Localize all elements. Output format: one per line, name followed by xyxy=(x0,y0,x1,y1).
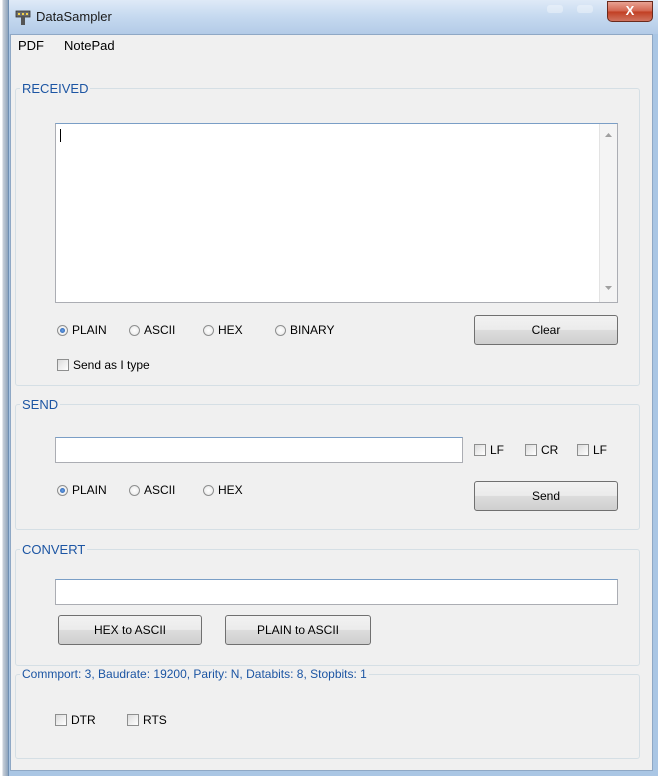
client-area: PDF NotePad RECEIVED PLAIN ASCII HEX BIN… xyxy=(10,34,653,771)
checkbox-icon xyxy=(525,444,537,456)
close-button[interactable]: X xyxy=(607,1,653,22)
title-bar: DataSampler X xyxy=(9,0,658,34)
checkbox-icon xyxy=(577,444,589,456)
app-icon xyxy=(15,10,31,25)
radio-icon xyxy=(203,484,214,496)
clear-button[interactable]: Clear xyxy=(474,315,618,345)
app-window: DataSampler X PDF NotePad RECEIVED PLAIN… xyxy=(8,0,658,776)
checkbox-icon xyxy=(127,714,139,726)
send-lf-checkbox[interactable]: LF xyxy=(474,443,504,457)
port-legend: Commport: 3, Baudrate: 19200, Parity: N,… xyxy=(22,667,367,681)
scroll-up-icon[interactable] xyxy=(605,133,612,138)
checkbox-icon xyxy=(57,359,69,371)
send-button[interactable]: Send xyxy=(474,481,618,511)
received-radio-ascii[interactable]: ASCII xyxy=(129,323,175,337)
convert-input-field[interactable] xyxy=(56,580,617,604)
menu-notepad[interactable]: NotePad xyxy=(64,38,115,53)
convert-input[interactable] xyxy=(55,579,618,605)
send-radio-ascii[interactable]: ASCII xyxy=(129,483,175,497)
radio-icon xyxy=(57,324,68,336)
dtr-checkbox[interactable]: DTR xyxy=(55,713,96,727)
radio-icon xyxy=(129,484,140,496)
checkbox-icon xyxy=(474,444,486,456)
menu-bar: PDF NotePad xyxy=(11,35,652,55)
scroll-down-icon[interactable] xyxy=(605,286,612,291)
window-title: DataSampler xyxy=(36,9,112,24)
radio-icon xyxy=(129,324,140,336)
received-scrollbar[interactable] xyxy=(599,124,617,302)
received-textarea[interactable] xyxy=(55,123,618,303)
received-radio-plain[interactable]: PLAIN xyxy=(57,323,107,337)
radio-icon xyxy=(203,324,214,336)
received-legend: RECEIVED xyxy=(22,81,89,96)
menu-pdf[interactable]: PDF xyxy=(18,38,44,53)
text-caret xyxy=(60,129,61,142)
send-input[interactable] xyxy=(55,437,463,463)
plain-to-ascii-button[interactable]: PLAIN to ASCII xyxy=(225,615,371,645)
received-radio-hex[interactable]: HEX xyxy=(203,323,243,337)
minimize-button[interactable] xyxy=(547,5,563,13)
send-cr-checkbox[interactable]: CR xyxy=(525,443,558,457)
desktop-edge xyxy=(0,0,8,776)
send-as-type-checkbox[interactable]: Send as I type xyxy=(57,358,150,372)
rts-checkbox[interactable]: RTS xyxy=(127,713,167,727)
send-radio-hex[interactable]: HEX xyxy=(203,483,243,497)
radio-icon xyxy=(275,324,286,336)
maximize-button[interactable] xyxy=(577,5,593,13)
send-legend: SEND xyxy=(22,397,59,412)
radio-icon xyxy=(57,484,68,496)
convert-legend: CONVERT xyxy=(22,542,86,557)
port-group: Commport: 3, Baudrate: 19200, Parity: N,… xyxy=(15,667,640,759)
send-input-field[interactable] xyxy=(56,438,462,462)
checkbox-icon xyxy=(55,714,67,726)
received-radio-binary[interactable]: BINARY xyxy=(275,323,334,337)
send-lf2-checkbox[interactable]: LF xyxy=(577,443,607,457)
hex-to-ascii-button[interactable]: HEX to ASCII xyxy=(58,615,202,645)
send-radio-plain[interactable]: PLAIN xyxy=(57,483,107,497)
